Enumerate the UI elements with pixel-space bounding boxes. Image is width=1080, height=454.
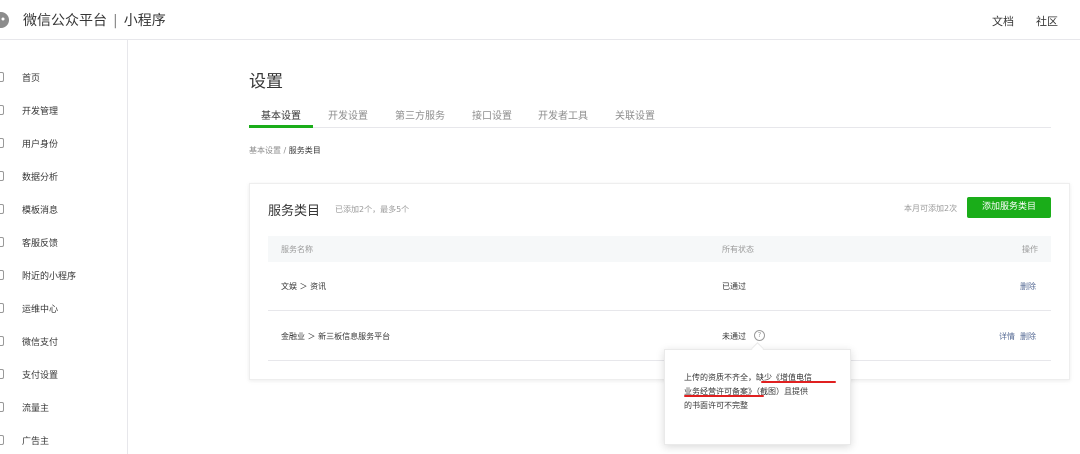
sidebar-item-label: 运维中心 xyxy=(22,305,59,315)
ad-icon xyxy=(0,435,4,445)
sidebar-item-label: 用户身份 xyxy=(22,140,59,150)
row-1-delete-link[interactable]: 删除 xyxy=(1020,281,1036,292)
sidebar-item-label: 首页 xyxy=(22,74,41,84)
sidebar-item-label: 广告主 xyxy=(22,437,50,447)
sidebar-item-template[interactable]: 模板消息 xyxy=(0,200,127,220)
row-divider xyxy=(268,360,1051,361)
help-question-icon[interactable]: ? xyxy=(754,330,765,341)
sidebar-item-pay-settings[interactable]: 支付设置 xyxy=(0,365,127,385)
sidebar-item-support[interactable]: 客服反馈 xyxy=(0,233,127,253)
table-header: 服务名称 所有状态 操作 xyxy=(268,236,1051,262)
docs-link[interactable]: 文档 xyxy=(992,13,1014,29)
page-title: 设置 xyxy=(249,72,283,92)
brand-separator: | xyxy=(113,13,118,29)
column-header-actions: 操作 xyxy=(1022,245,1038,254)
home-icon xyxy=(0,72,4,82)
breadcrumb: 基本设置 / 服务类目 xyxy=(249,145,321,156)
tab-basic-settings[interactable]: 基本设置 xyxy=(261,107,301,122)
tab-dev-tools[interactable]: 开发者工具 xyxy=(538,107,588,122)
tab-third-party[interactable]: 第三方服务 xyxy=(395,107,445,122)
brand-title[interactable]: 微信公众平台 | 小程序 xyxy=(23,10,166,30)
row-1-service-name: 文娱 ＞ 资讯 xyxy=(281,282,327,291)
row-2-details-link[interactable]: 详情 xyxy=(999,331,1015,342)
sidebar-item-ops[interactable]: 运维中心 xyxy=(0,299,127,319)
column-header-status: 所有状态 xyxy=(722,245,754,254)
message-icon xyxy=(0,204,4,214)
row-2-delete-link[interactable]: 删除 xyxy=(1020,331,1036,342)
sidebar-item-ads[interactable]: 广告主 xyxy=(0,431,127,451)
row-2-service-name: 金融业 ＞ 新三板信息服务平台 xyxy=(281,332,391,341)
column-header-name: 服务名称 xyxy=(281,245,313,254)
card-subtitle: 已添加2个，最多5个 xyxy=(335,205,410,214)
add-service-category-button[interactable]: 添加服务类目 xyxy=(967,197,1051,218)
sidebar-item-home[interactable]: 首页 xyxy=(0,68,127,88)
sidebar-item-label: 附近的小程序 xyxy=(22,272,77,282)
breadcrumb-current: 服务类目 xyxy=(288,146,321,155)
pay-icon xyxy=(0,336,4,346)
support-icon xyxy=(0,237,4,247)
traffic-icon xyxy=(0,402,4,412)
breadcrumb-parent[interactable]: 基本设置 xyxy=(249,146,281,155)
active-tab-indicator xyxy=(249,125,313,128)
product-name: 小程序 xyxy=(123,13,166,29)
sidebar-item-label: 支付设置 xyxy=(22,371,59,381)
ops-icon xyxy=(0,303,4,313)
tab-linked-settings[interactable]: 关联设置 xyxy=(615,107,655,122)
annotation-underline xyxy=(684,395,764,397)
code-icon xyxy=(0,105,4,115)
tab-api-settings[interactable]: 接口设置 xyxy=(472,107,512,122)
tab-bar: 基本设置 开发设置 第三方服务 接口设置 开发者工具 关联设置 xyxy=(249,104,1051,128)
sidebar-item-label: 数据分析 xyxy=(22,173,59,183)
sidebar-item-label: 开发管理 xyxy=(22,107,59,117)
community-link[interactable]: 社区 xyxy=(1036,13,1058,29)
sidebar-item-analytics[interactable]: 数据分析 xyxy=(0,167,127,187)
sidebar-item-dev[interactable]: 开发管理 xyxy=(0,101,127,121)
sidebar-item-label: 客服反馈 xyxy=(22,239,59,249)
sidebar-item-label: 微信支付 xyxy=(22,338,59,348)
sidebar-item-label: 流量主 xyxy=(22,404,50,414)
sidebar-item-label: 模板消息 xyxy=(22,206,59,216)
card-title: 服务类目 xyxy=(268,204,321,219)
row-2-status: 未通过 xyxy=(722,332,746,341)
brand-name: 微信公众平台 xyxy=(23,13,107,29)
sidebar-item-nearby[interactable]: 附近的小程序 xyxy=(0,266,127,286)
location-icon xyxy=(0,270,4,280)
top-bar: 微信公众平台 | 小程序 文档 社区 xyxy=(0,0,1080,40)
settings-icon xyxy=(0,369,4,379)
mini-program-logo-icon xyxy=(0,12,9,28)
row-1-status: 已通过 xyxy=(722,282,746,291)
row-divider xyxy=(268,310,1051,311)
monthly-quota: 本月可添加2次 xyxy=(904,204,958,213)
popover-text-line-3: 的书面许可不完整 xyxy=(684,401,748,410)
annotation-underline xyxy=(761,381,836,383)
sidebar: 首页 开发管理 用户身份 数据分析 模板消息 客服反馈 附近的小程序 运维中心 … xyxy=(0,40,128,454)
tab-dev-settings[interactable]: 开发设置 xyxy=(328,107,368,122)
sidebar-item-user[interactable]: 用户身份 xyxy=(0,134,127,154)
sidebar-item-pay[interactable]: 微信支付 xyxy=(0,332,127,352)
rejection-reason-popover xyxy=(664,349,851,445)
chart-icon xyxy=(0,171,4,181)
breadcrumb-separator: / xyxy=(281,146,289,155)
user-icon xyxy=(0,138,4,148)
sidebar-item-traffic[interactable]: 流量主 xyxy=(0,398,127,418)
